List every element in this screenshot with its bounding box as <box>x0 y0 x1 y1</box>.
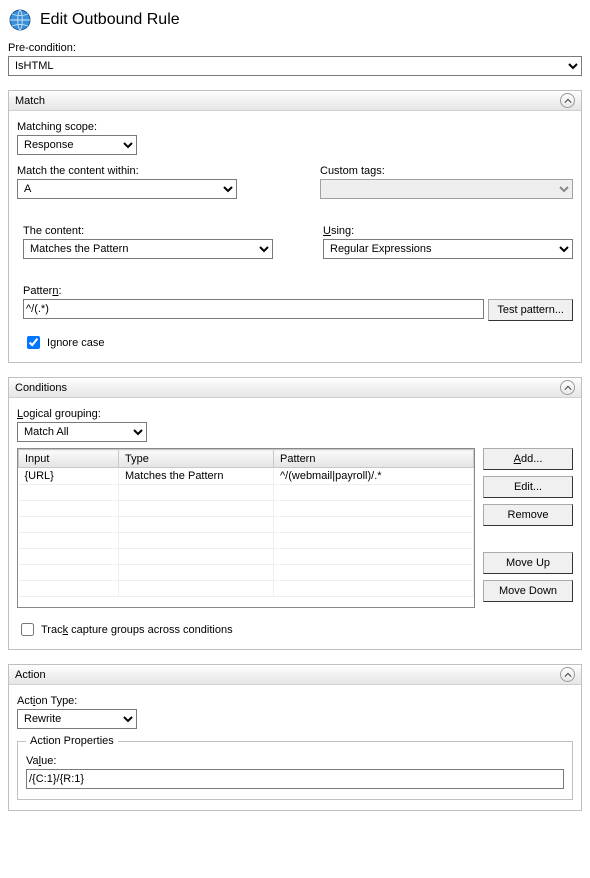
table-row[interactable]: {URL} Matches the Pattern ^/(webmail|pay… <box>19 468 474 485</box>
chevron-up-icon <box>564 671 572 679</box>
test-pattern-button[interactable]: Test pattern... <box>488 299 573 321</box>
remove-button[interactable]: Remove <box>483 504 573 526</box>
logical-grouping-select[interactable]: Match All <box>17 422 147 442</box>
col-input[interactable]: Input <box>19 450 119 468</box>
table-row[interactable] <box>19 485 474 501</box>
table-row[interactable] <box>19 565 474 581</box>
conditions-panel-title: Conditions <box>15 382 67 394</box>
chevron-up-icon <box>564 97 572 105</box>
add-button[interactable]: Add... <box>483 448 573 470</box>
content-label: The content: <box>23 225 273 237</box>
ignore-case-label: Ignore case <box>47 337 105 349</box>
table-row[interactable] <box>19 501 474 517</box>
action-panel-title: Action <box>15 669 46 681</box>
matching-scope-label: Matching scope: <box>17 121 573 133</box>
logical-grouping-label: Logical grouping: <box>17 408 573 420</box>
precondition-label: Pre-condition: <box>8 42 582 54</box>
collapse-button[interactable] <box>560 380 575 395</box>
col-type[interactable]: Type <box>119 450 274 468</box>
track-capture-checkbox[interactable] <box>21 623 34 636</box>
action-panel-header: Action <box>9 665 581 685</box>
pattern-label: Pattern: <box>23 285 573 297</box>
collapse-button[interactable] <box>560 93 575 108</box>
custom-tags-label: Custom tags: <box>320 165 573 177</box>
content-select[interactable]: Matches the Pattern <box>23 239 273 259</box>
conditions-panel-header: Conditions <box>9 378 581 398</box>
content-within-label: Match the content within: <box>17 165 270 177</box>
conditions-table[interactable]: Input Type Pattern {URL} Matches the Pat… <box>17 448 475 608</box>
action-panel: Action Action Type: Rewrite Action Prope… <box>8 664 582 811</box>
action-properties-legend: Action Properties <box>26 735 118 747</box>
action-value-input[interactable] <box>26 769 564 789</box>
conditions-panel: Conditions Logical grouping: Match All I… <box>8 377 582 650</box>
action-type-label: Action Type: <box>17 695 573 707</box>
conditions-buttons: Add... Edit... Remove Move Up Move Down <box>483 448 573 608</box>
page-header: Edit Outbound Rule <box>8 8 582 32</box>
content-within-select[interactable]: A <box>17 179 237 199</box>
using-label: Using: <box>323 225 573 237</box>
action-value-label: Value: <box>26 755 564 767</box>
match-panel: Match Matching scope: Response Match the… <box>8 90 582 363</box>
edit-button[interactable]: Edit... <box>483 476 573 498</box>
matching-scope-select[interactable]: Response <box>17 135 137 155</box>
track-capture-label: Track capture groups across conditions <box>41 624 233 636</box>
using-select[interactable]: Regular Expressions <box>323 239 573 259</box>
pattern-input[interactable] <box>23 299 484 319</box>
chevron-up-icon <box>564 384 572 392</box>
col-pattern[interactable]: Pattern <box>274 450 474 468</box>
ignore-case-checkbox[interactable] <box>27 336 40 349</box>
table-row[interactable] <box>19 581 474 597</box>
match-panel-header: Match <box>9 91 581 111</box>
precondition-select[interactable]: IsHTML <box>8 56 582 76</box>
move-down-button[interactable]: Move Down <box>483 580 573 602</box>
action-type-select[interactable]: Rewrite <box>17 709 137 729</box>
match-panel-title: Match <box>15 95 45 107</box>
precondition-section: Pre-condition: IsHTML <box>8 42 582 76</box>
collapse-button[interactable] <box>560 667 575 682</box>
action-properties-group: Action Properties Value: <box>17 735 573 800</box>
globe-icon <box>8 8 32 32</box>
page-title: Edit Outbound Rule <box>40 11 180 29</box>
table-row[interactable] <box>19 549 474 565</box>
move-up-button[interactable]: Move Up <box>483 552 573 574</box>
table-row[interactable] <box>19 517 474 533</box>
table-row[interactable] <box>19 533 474 549</box>
custom-tags-select[interactable] <box>320 179 573 199</box>
